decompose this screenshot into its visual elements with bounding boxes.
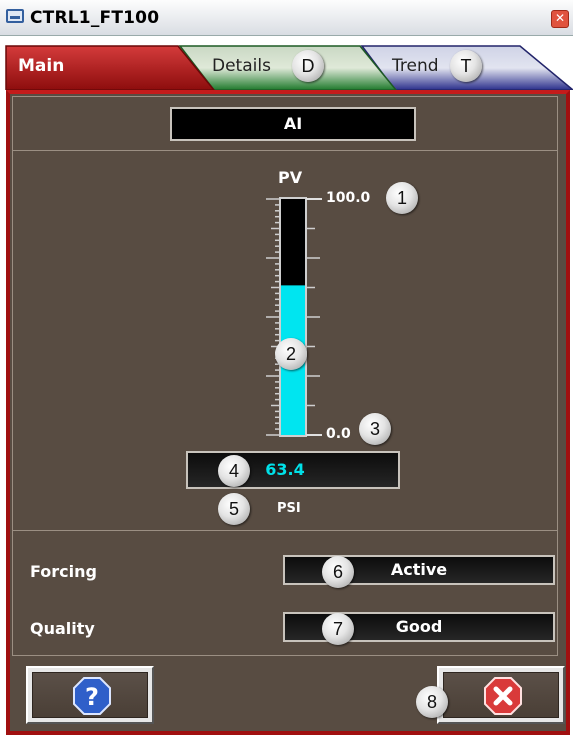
separator-top bbox=[12, 150, 558, 151]
svg-text:?: ? bbox=[85, 683, 99, 711]
quality-label: Quality bbox=[30, 619, 95, 638]
help-icon: ? bbox=[73, 677, 111, 715]
tab-details[interactable]: Details bbox=[212, 56, 271, 76]
window-close-icon[interactable]: ✕ bbox=[551, 10, 569, 28]
separator-bottom bbox=[12, 655, 558, 656]
callout-badge: 8 bbox=[416, 686, 448, 718]
close-button[interactable] bbox=[437, 666, 565, 724]
help-button[interactable]: ? bbox=[26, 666, 154, 724]
tab-bar: Main Details D Trend T bbox=[0, 38, 573, 90]
callout-badge: 7 bbox=[322, 613, 354, 645]
window-icon bbox=[6, 9, 24, 23]
window-titlebar: CTRL1_FT100 ✕ bbox=[0, 0, 573, 36]
gauge-min-label: 0.0 bbox=[326, 426, 351, 442]
callout-badge: 1 bbox=[386, 182, 418, 214]
close-icon bbox=[484, 677, 522, 715]
callout-badge: 5 bbox=[218, 493, 250, 525]
pv-value: 63.4 bbox=[265, 460, 305, 479]
separator-middle bbox=[12, 530, 558, 531]
callout-badge: 2 bbox=[275, 338, 307, 370]
pv-units: PSI bbox=[277, 501, 301, 516]
tab-trend-badge: T bbox=[450, 50, 482, 82]
tab-details-badge: D bbox=[292, 50, 324, 82]
window-title: CTRL1_FT100 bbox=[30, 8, 160, 28]
pv-gauge bbox=[266, 197, 322, 437]
forcing-label: Forcing bbox=[30, 562, 97, 581]
callout-badge: 4 bbox=[218, 455, 250, 487]
block-type-field: AI bbox=[170, 107, 416, 141]
callout-badge: 6 bbox=[322, 556, 354, 588]
callout-badge: 3 bbox=[359, 413, 391, 445]
tab-trend[interactable]: Trend bbox=[392, 56, 439, 76]
gauge-max-label: 100.0 bbox=[326, 190, 371, 206]
gauge-label: PV bbox=[278, 168, 303, 187]
tab-main[interactable]: Main bbox=[18, 56, 64, 76]
